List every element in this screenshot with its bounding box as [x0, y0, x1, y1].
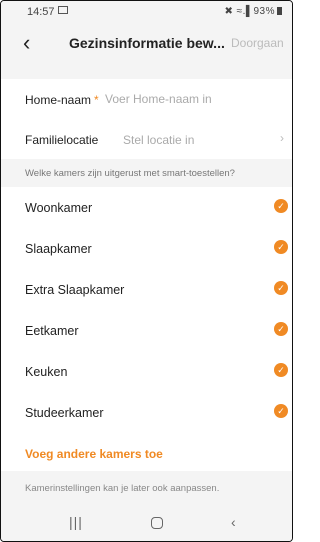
room-item-woonkamer[interactable]: Woonkamer ✓ [1, 187, 292, 228]
family-location-row[interactable]: Familielocatie Stel locatie in › [1, 119, 292, 160]
required-marker: * [94, 93, 99, 107]
room-item-studeerkamer[interactable]: Studeerkamer ✓ [1, 392, 292, 433]
family-location-value: Stel locatie in [123, 133, 195, 147]
system-nav-bar: ||| ‹ [1, 507, 292, 541]
app-header: ‹ Gezinsinformatie bew... Doorgaan [1, 23, 292, 67]
section-gap [1, 67, 292, 79]
room-label: Slaapkamer [25, 242, 92, 256]
checkmark-icon[interactable]: ✓ [274, 363, 288, 377]
checkmark-icon[interactable]: ✓ [274, 281, 288, 295]
add-rooms-link[interactable]: Voeg andere kamers toe [25, 447, 163, 461]
home-name-label: Home-naam * [25, 93, 99, 107]
home-icon[interactable] [151, 517, 163, 529]
page-title: Gezinsinformatie bew... [69, 35, 225, 51]
battery-icon [277, 7, 282, 15]
phone-screen: 14:57 ✖ ≈.▌93% ‹ Gezinsinformatie bew...… [0, 0, 293, 542]
status-signal-battery-text: ✖ ≈.▌93% [224, 6, 275, 17]
nav-back-icon[interactable]: ‹ [231, 514, 236, 530]
checkmark-icon[interactable]: ✓ [274, 240, 288, 254]
continue-button[interactable]: Doorgaan [231, 36, 284, 50]
home-name-row: Home-naam * [1, 79, 292, 120]
room-label: Studeerkamer [25, 406, 104, 420]
footer-note-text: Kamerinstellingen kan je later ook aanpa… [25, 483, 220, 494]
gallery-notification-icon [58, 6, 68, 14]
footer-note: Kamerinstellingen kan je later ook aanpa… [1, 471, 292, 507]
checkmark-icon[interactable]: ✓ [274, 199, 288, 213]
recent-apps-icon[interactable]: ||| [69, 514, 83, 530]
room-item-keuken[interactable]: Keuken ✓ [1, 351, 292, 392]
chevron-right-icon: › [280, 131, 284, 145]
status-bar: 14:57 ✖ ≈.▌93% [1, 1, 292, 23]
rooms-section-header: Welke kamers zijn uitgerust met smart-to… [1, 159, 292, 187]
room-item-slaapkamer[interactable]: Slaapkamer ✓ [1, 228, 292, 269]
room-label: Keuken [25, 365, 68, 379]
room-label: Eetkamer [25, 324, 79, 338]
room-label: Extra Slaapkamer [25, 283, 125, 297]
room-label: Woonkamer [25, 201, 93, 215]
rooms-section-header-text: Welke kamers zijn uitgerust met smart-to… [25, 168, 235, 179]
checkmark-icon[interactable]: ✓ [274, 322, 288, 336]
room-item-eetkamer[interactable]: Eetkamer ✓ [1, 310, 292, 351]
add-rooms-row: Voeg andere kamers toe [1, 437, 292, 471]
status-time: 14:57 [27, 6, 55, 18]
family-location-label: Familielocatie [25, 133, 99, 147]
home-name-label-text: Home-naam [25, 93, 92, 107]
home-name-input[interactable] [105, 89, 275, 109]
back-arrow-icon[interactable]: ‹ [23, 31, 30, 55]
checkmark-icon[interactable]: ✓ [274, 404, 288, 418]
room-item-extra-slaapkamer[interactable]: Extra Slaapkamer ✓ [1, 269, 292, 310]
status-indicators: ✖ ≈.▌93% [224, 6, 282, 17]
